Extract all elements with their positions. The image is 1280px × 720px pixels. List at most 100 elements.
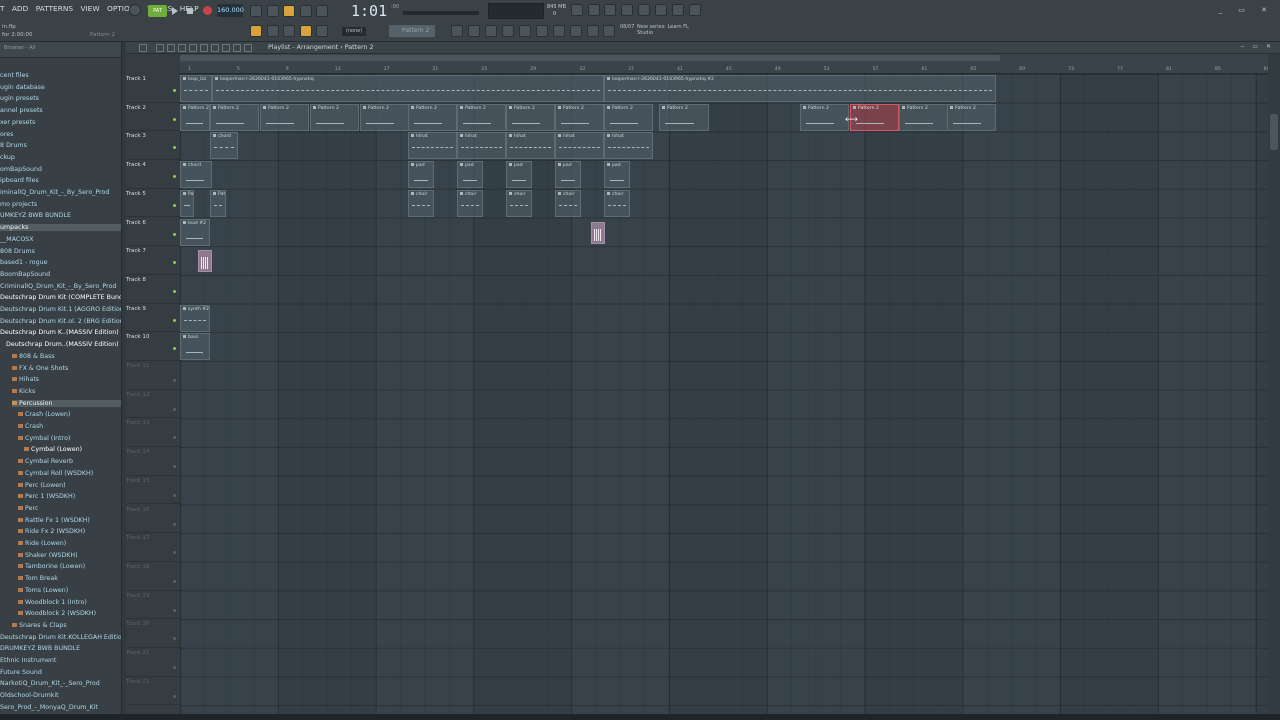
browser-item[interactable]: Snares & Claps — [12, 622, 121, 629]
browser-item[interactable]: 808 Drums — [0, 248, 121, 255]
slice-tool-icon[interactable] — [211, 44, 219, 52]
stop-icon[interactable] — [187, 8, 193, 14]
pattern-clip[interactable]: choir — [457, 189, 483, 217]
track-header[interactable]: Track 16 — [126, 505, 180, 534]
plugin-picker-icon[interactable] — [672, 4, 684, 16]
pattern-clip[interactable]: Pattern 2 — [310, 103, 359, 131]
paint-tool-icon[interactable] — [167, 44, 175, 52]
menu-item-view[interactable]: VIEW — [80, 4, 99, 13]
track-header[interactable]: Track 11 — [126, 361, 180, 390]
channel-rack-icon[interactable] — [655, 4, 667, 16]
delete-tool-icon[interactable] — [178, 44, 186, 52]
step-edit-icon[interactable] — [300, 5, 312, 17]
pattern-clip[interactable]: Pattern 2 — [210, 189, 226, 217]
browser-item[interactable]: Deutschrap Drum K..(MASSIV Edition) — [0, 329, 121, 336]
browser-item[interactable]: based1 - rogue — [0, 259, 121, 266]
microphone-icon[interactable] — [604, 4, 616, 16]
browser-item[interactable]: Woodblock 1 (Intro) — [18, 599, 121, 606]
browser-item[interactable]: Crash — [18, 423, 121, 430]
browser-item[interactable]: Deutschrap Drum..(MASSIV Edition) — [6, 341, 121, 348]
track-mute-led[interactable] — [173, 551, 176, 555]
playlist-icon[interactable] — [468, 25, 480, 37]
browser-item[interactable]: omBapSound — [0, 166, 121, 173]
mute-tool-icon[interactable] — [189, 44, 197, 52]
draw-tool-icon[interactable] — [156, 44, 164, 52]
pattern-clip[interactable]: choir — [506, 189, 532, 217]
pattern-clip[interactable]: looperman-l-2626041-0163965-hypnotiq #2 — [604, 75, 996, 102]
select-tool-icon[interactable] — [222, 44, 230, 52]
browser-item[interactable]: Perc — [18, 505, 121, 512]
pattern-clip[interactable]: choir — [555, 189, 581, 217]
pattern-clip[interactable]: Pattern 2 — [604, 103, 653, 131]
browser-view-icon[interactable] — [519, 25, 531, 37]
track-mute-led[interactable] — [173, 493, 176, 497]
mixer-icon[interactable] — [638, 4, 650, 16]
window-controls[interactable]: _ ▭ ✕ — [1219, 6, 1274, 14]
pattern-clip[interactable]: loop_lzz — [180, 75, 212, 102]
arrow-right-icon[interactable] — [267, 25, 279, 37]
snap-selector[interactable]: (none) — [342, 27, 366, 36]
pattern-clip[interactable]: Pattern 2 — [457, 103, 506, 131]
track-header[interactable]: Track 17 — [126, 533, 180, 562]
track-mute-led[interactable] — [173, 436, 176, 440]
track-header[interactable]: Track 5 — [126, 189, 180, 218]
browser-item[interactable]: Perc 1 (WSDKH) — [18, 493, 121, 500]
master-pitch-slider[interactable] — [403, 11, 479, 15]
browser-item[interactable]: ckup — [0, 154, 121, 161]
zoom-tool-icon[interactable] — [233, 44, 241, 52]
pattern-clip[interactable]: Pattern 2 — [800, 103, 849, 131]
browser-item[interactable]: Cymbal (Lowen) — [24, 446, 121, 453]
track-header[interactable]: Track 15 — [126, 476, 180, 505]
track-mute-led[interactable] — [173, 347, 176, 351]
browser-item[interactable]: umpacks — [0, 224, 121, 232]
browser-item[interactable]: Kicks — [12, 388, 121, 395]
pattern-clip[interactable]: choir — [604, 189, 630, 217]
pattern-clip[interactable]: Pattern 2 — [360, 103, 409, 131]
pattern-clip[interactable]: Pattern 2 — [555, 103, 604, 131]
browser-item[interactable]: Cymbal (Intro) — [18, 435, 121, 442]
download-icon[interactable] — [689, 4, 701, 16]
pattern-clip[interactable]: lead #2 — [180, 218, 210, 246]
typing-keyboard-icon[interactable] — [250, 5, 262, 17]
pattern-selector[interactable]: Pattern 2 — [389, 25, 435, 37]
pattern-clip[interactable]: pad — [604, 161, 630, 189]
track-header[interactable]: Track 12 — [126, 390, 180, 419]
brush-icon[interactable] — [283, 25, 295, 37]
browser-item[interactable]: ugin presets — [0, 95, 121, 102]
pattern-clip[interactable]: chord — [180, 161, 212, 189]
plugin-view-icon[interactable] — [536, 25, 548, 37]
track-header[interactable]: Track 10 — [126, 332, 180, 361]
track-header[interactable]: Track 20 — [126, 619, 180, 648]
blend-notes-icon[interactable] — [283, 5, 295, 17]
browser-item[interactable]: UMKEYZ BWB BUNDLE — [0, 212, 121, 219]
metronome-icon[interactable] — [129, 4, 141, 16]
pattern-clip[interactable]: pad — [506, 161, 532, 189]
browser-item[interactable]: Ethnic Instrument — [0, 657, 121, 664]
pattern-clip[interactable]: looperman-l-2626041-0163965-hypnotiq — [212, 75, 604, 102]
pattern-clip[interactable]: hihat — [506, 132, 555, 160]
browser-item[interactable]: Deutschrap Drum Kit.ol. 2 (BRG Edition) — [0, 318, 121, 325]
track-header[interactable]: Track 18 — [126, 562, 180, 591]
pattern-clip[interactable]: hihat — [555, 132, 604, 160]
browser-item[interactable]: Future Sound — [0, 669, 121, 676]
tempo-tap-icon[interactable] — [553, 25, 565, 37]
track-header[interactable]: Track 22 — [126, 677, 180, 706]
browser-item[interactable]: Rattle Fx 1 (WSDKH) — [18, 517, 121, 524]
help-icon[interactable] — [621, 4, 633, 16]
track-mute-led[interactable] — [173, 203, 176, 207]
pattern-clip[interactable]: choir — [408, 189, 434, 217]
browser-item[interactable]: Crash (Lowen) — [18, 411, 121, 418]
track-header[interactable]: Track 21 — [126, 648, 180, 677]
browser-item[interactable]: Toms (Lowen) — [18, 587, 121, 594]
track-mute-led[interactable] — [173, 117, 176, 121]
track-mute-led[interactable] — [173, 694, 176, 698]
browser-item[interactable]: FX & One Shots — [12, 365, 121, 372]
playlist-options-icon[interactable] — [139, 44, 147, 52]
track-header[interactable]: Track 19 — [126, 591, 180, 620]
browser-item[interactable]: Deutschrap Drum Kit.KOLLEGAH Edition) — [0, 634, 121, 641]
browser-item[interactable]: Tamborine (Lowen) — [18, 563, 121, 570]
browser-item[interactable]: ipboard files — [0, 177, 121, 184]
pattern-clip[interactable]: pad — [408, 161, 434, 189]
browser-item[interactable]: cent files — [0, 72, 121, 79]
browser-item[interactable]: Woodblock 2 (WSDKH) — [18, 610, 121, 617]
